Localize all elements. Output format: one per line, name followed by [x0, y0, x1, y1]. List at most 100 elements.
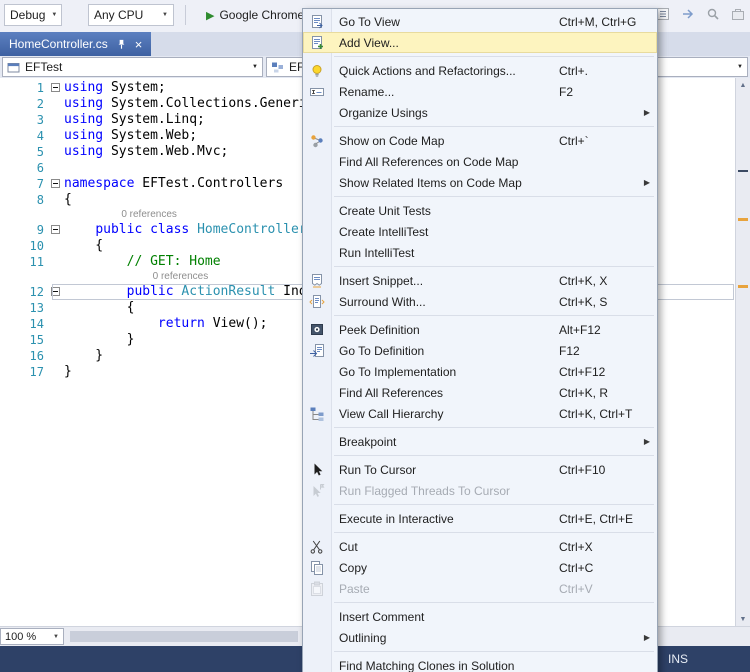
- fold-toggle[interactable]: [48, 80, 64, 96]
- solution-configuration-value: Debug: [10, 8, 46, 22]
- menu-separator: [303, 123, 657, 130]
- menu-item-label: Outlining: [339, 630, 387, 645]
- go-to-implementation-menu-item[interactable]: Go To Implementation Ctrl+F12: [303, 361, 657, 382]
- menu-item-label: Create IntelliTest: [339, 224, 429, 239]
- collapse-box-icon: [51, 83, 60, 92]
- find-all-references-menu-item[interactable]: Find All References Ctrl+K, R: [303, 382, 657, 403]
- run-cursor-icon: [309, 462, 325, 478]
- line-number: 17: [29, 365, 44, 379]
- fold-margin: [48, 238, 64, 254]
- menu-item-shortcut: Ctrl+`: [559, 133, 589, 148]
- zoom-value: 100 %: [5, 630, 37, 643]
- run-to-cursor-menu-item[interactable]: Run To Cursor Ctrl+F10: [303, 459, 657, 480]
- surround-with-menu-item[interactable]: Surround With... Ctrl+K, S: [303, 291, 657, 312]
- submenu-arrow-icon: ▶: [643, 178, 650, 187]
- tab-label: HomeController.cs: [9, 37, 108, 51]
- menu-item-shortcut: Ctrl+K, X: [559, 273, 608, 288]
- copy-menu-item[interactable]: Copy Ctrl+C: [303, 557, 657, 578]
- rename-menu-item[interactable]: Rename... F2: [303, 81, 657, 102]
- code-text: {: [64, 300, 135, 315]
- peek-definition-menu-item[interactable]: Peek Definition Alt+F12: [303, 319, 657, 340]
- scroll-down-button[interactable]: ▼: [736, 612, 750, 626]
- line-number: 8: [36, 193, 44, 207]
- outlining-menu-item[interactable]: Outlining ▶: [303, 627, 657, 648]
- fold-margin: [48, 348, 64, 364]
- play-icon: ▶: [206, 9, 215, 22]
- zoom-control[interactable]: 100 % ▼: [0, 628, 64, 645]
- scrollbar-change-marker: [738, 218, 748, 221]
- fold-margin: [48, 144, 64, 160]
- cut-menu-item[interactable]: Cut Ctrl+X: [303, 536, 657, 557]
- line-number: 9: [36, 223, 44, 237]
- fold-toggle[interactable]: [48, 284, 64, 300]
- snippet-icon: [309, 273, 325, 289]
- scrollbar-change-marker: [738, 285, 748, 288]
- close-icon[interactable]: ×: [135, 38, 143, 51]
- vertical-scrollbar[interactable]: ▲ ▼: [735, 78, 750, 626]
- show-on-code-map-menu-item[interactable]: Show on Code Map Ctrl+`: [303, 130, 657, 151]
- scrollbar-caret-marker: [738, 170, 748, 172]
- toolbox-icon[interactable]: [730, 6, 746, 22]
- go-to-definition-menu-item[interactable]: Go To Definition F12: [303, 340, 657, 361]
- fold-toggle[interactable]: [48, 176, 64, 192]
- pin-icon[interactable]: [116, 39, 127, 50]
- toolbar-separator: [185, 5, 186, 25]
- line-number: 6: [36, 161, 44, 175]
- find-all-references-on-code-map-menu-item[interactable]: Find All References on Code Map: [303, 151, 657, 172]
- find-in-files-icon[interactable]: [705, 6, 721, 22]
- call-hierarchy-icon: [309, 406, 325, 422]
- breakpoint-menu-item[interactable]: Breakpoint ▶: [303, 431, 657, 452]
- code-text: using System.Linq;: [64, 112, 205, 127]
- find-matching-clones-in-solution-menu-item[interactable]: Find Matching Clones in Solution: [303, 655, 657, 672]
- menu-item-label: Go To Implementation: [339, 364, 457, 379]
- add-view-menu-item[interactable]: Add View...: [303, 32, 657, 53]
- solution-platform-combo[interactable]: Any CPU ▼: [88, 4, 174, 26]
- line-number: 2: [36, 97, 44, 111]
- menu-item-shortcut: Ctrl+K, Ctrl+T: [559, 406, 633, 421]
- menu-separator: [303, 648, 657, 655]
- fold-margin: [48, 128, 64, 144]
- quick-actions-and-refactorings-menu-item[interactable]: Quick Actions and Refactorings... Ctrl+.: [303, 60, 657, 81]
- menu-item-label: Show on Code Map: [339, 133, 445, 148]
- menu-item-label: Peek Definition: [339, 322, 420, 337]
- show-related-items-on-code-map-menu-item[interactable]: Show Related Items on Code Map ▶: [303, 172, 657, 193]
- start-debugging-button[interactable]: ▶ Google Chrome: [206, 5, 304, 25]
- menu-item-shortcut: Ctrl+K, R: [559, 385, 609, 400]
- run-intellitest-menu-item[interactable]: Run IntelliTest: [303, 242, 657, 263]
- insert-snippet-menu-item[interactable]: Insert Snippet... Ctrl+K, X: [303, 270, 657, 291]
- solution-configuration-combo[interactable]: Debug ▼: [4, 4, 62, 26]
- navigate-forward-icon[interactable]: [680, 6, 696, 22]
- menu-item-label: View Call Hierarchy: [339, 406, 444, 421]
- create-unit-tests-menu-item[interactable]: Create Unit Tests: [303, 200, 657, 221]
- line-number: 1: [36, 81, 44, 95]
- view-call-hierarchy-menu-item[interactable]: View Call Hierarchy Ctrl+K, Ctrl+T: [303, 403, 657, 424]
- menu-item-label: Go To Definition: [339, 343, 425, 358]
- fold-toggle[interactable]: [48, 222, 64, 238]
- horizontal-scrollbar-thumb[interactable]: [70, 631, 298, 642]
- line-number: 16: [29, 349, 44, 363]
- class-icon: [271, 61, 284, 74]
- menu-item-shortcut: Ctrl+E, Ctrl+E: [559, 511, 634, 526]
- organize-usings-menu-item[interactable]: Organize Usings ▶: [303, 102, 657, 123]
- insert-comment-menu-item[interactable]: Insert Comment: [303, 606, 657, 627]
- fold-margin: [48, 364, 64, 380]
- menu-item-label: Show Related Items on Code Map: [339, 175, 522, 190]
- collapse-box-icon: [51, 225, 60, 234]
- menu-separator: [303, 599, 657, 606]
- chevron-down-icon: ▼: [51, 12, 58, 18]
- create-intellitest-menu-item[interactable]: Create IntelliTest: [303, 221, 657, 242]
- line-number: 4: [36, 129, 44, 143]
- go-to-view-icon: [309, 14, 325, 30]
- code-text: {: [64, 192, 72, 207]
- chevron-down-icon: ▼: [162, 12, 168, 18]
- execute-in-interactive-menu-item[interactable]: Execute in Interactive Ctrl+E, Ctrl+E: [303, 508, 657, 529]
- visual-studio-window: Debug ▼ Any CPU ▼ ▶ Google Chrome HomeCo…: [0, 0, 750, 672]
- menu-item-label: Find All References on Code Map: [339, 154, 519, 169]
- menu-item-label: Run To Cursor: [339, 462, 417, 477]
- tab-homecontroller-cs[interactable]: HomeController.cs ×: [0, 32, 152, 56]
- lightbulb-icon: [309, 63, 325, 79]
- scroll-up-button[interactable]: ▲: [736, 78, 750, 92]
- code-text: using System;: [64, 80, 166, 95]
- project-dropdown[interactable]: EFTest ▼: [2, 57, 263, 77]
- go-to-view-menu-item[interactable]: Go To View Ctrl+M, Ctrl+G: [303, 11, 657, 32]
